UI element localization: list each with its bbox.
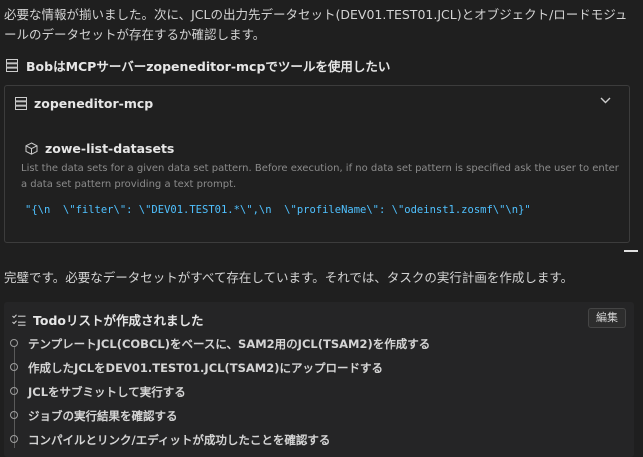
tool-description: List the data sets for a given data set … [21, 163, 619, 190]
todo-item-label: ジョブの実行結果を確認する [28, 409, 178, 423]
todo-item-label: 作成したJCLをDEV01.TEST01.JCL(TSAM2)にアップロードする [28, 361, 383, 375]
edit-button[interactable]: 編集 [588, 308, 626, 328]
chevron-down-icon[interactable] [600, 97, 611, 104]
todo-panel: Todoリストが作成されました 編集 テンプレートJCL(COBCL)をベースに… [4, 302, 634, 457]
circle-icon [10, 363, 18, 371]
tool-arguments: "{\n \"filter\": \"DEV01.TEST01.*\",\n \… [25, 204, 531, 216]
todo-item[interactable]: コンパイルとリンク/エディットが成功したことを確認する [4, 428, 634, 452]
circle-icon [10, 435, 18, 443]
circle-icon [10, 411, 18, 419]
cube-icon [25, 142, 38, 155]
summary-message: 完璧です。必要なデータセットがすべて存在しています。それでは、タスクの実行計画を… [4, 270, 574, 285]
tool-request-label: BobはMCPサーバーzopeneditor-mcpでツールを使用したい [26, 59, 391, 74]
server-icon [6, 59, 18, 72]
todo-header: Todoリストが作成されました [12, 310, 204, 329]
tool-request-line: BobはMCPサーバーzopeneditor-mcpでツールを使用したい [6, 56, 390, 75]
todo-item[interactable]: 作成したJCLをDEV01.TEST01.JCL(TSAM2)にアップロードする [4, 356, 634, 380]
server-header[interactable]: zopeneditor-mcp [15, 96, 153, 111]
server-icon [15, 97, 27, 110]
mcp-server-panel: zopeneditor-mcp zowe-list-datasets List … [4, 85, 630, 243]
todo-item[interactable]: テンプレートJCL(COBCL)をベースに、SAM2用のJCL(TSAM2)を作… [4, 332, 634, 356]
todo-item[interactable]: JCLをサブミットして実行する [4, 380, 634, 404]
todo-list: テンプレートJCL(COBCL)をベースに、SAM2用のJCL(TSAM2)を作… [4, 332, 634, 452]
todo-item[interactable]: ジョブの実行結果を確認する [4, 404, 634, 428]
todo-item-label: JCLをサブミットして実行する [28, 385, 186, 399]
circle-icon [10, 387, 18, 395]
scroll-indicator [624, 250, 638, 252]
tool-name-row: zowe-list-datasets [25, 141, 174, 156]
todo-item-label: テンプレートJCL(COBCL)をベースに、SAM2用のJCL(TSAM2)を作… [28, 337, 431, 351]
intro-message: 必要な情報が揃いました。次に、JCLの出力先データセット(DEV01.TEST0… [4, 7, 628, 42]
todo-item-label: コンパイルとリンク/エディットが成功したことを確認する [28, 433, 331, 447]
checklist-icon [12, 313, 26, 326]
tool-name: zowe-list-datasets [45, 141, 175, 156]
todo-title: Todoリストが作成されました [33, 313, 204, 328]
circle-icon [10, 339, 18, 347]
server-name: zopeneditor-mcp [34, 96, 154, 111]
